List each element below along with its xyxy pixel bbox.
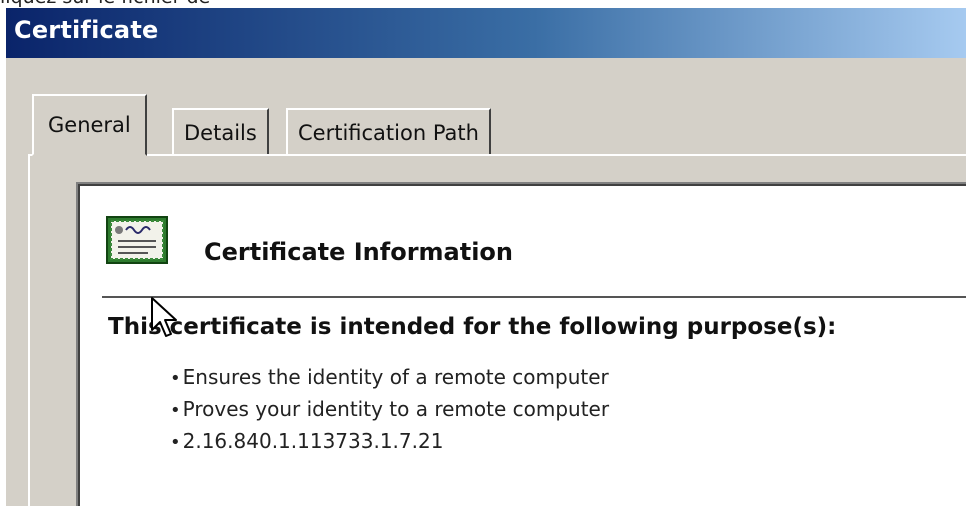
purpose-text: 2.16.840.1.113733.1.7.21 xyxy=(182,429,444,453)
list-item: • Ensures the identity of a remote comput… xyxy=(170,362,609,394)
window-title: Certificate xyxy=(14,16,159,44)
background-page-text: liquez sur le fichier de xyxy=(0,0,210,8)
title-bar[interactable]: Certificate xyxy=(6,8,966,58)
certificate-dialog: Certificate General Details Certificatio… xyxy=(6,8,966,506)
bullet-icon: • xyxy=(170,432,181,453)
purpose-text: Proves your identity to a remote compute… xyxy=(182,397,610,421)
screenshot-page: liquez sur le fichier de Certificate Gen… xyxy=(0,0,966,506)
mouse-pointer-icon xyxy=(151,297,177,337)
purpose-heading: This certificate is intended for the fol… xyxy=(108,314,837,340)
list-item: • 2.16.840.1.113733.1.7.21 xyxy=(170,426,609,458)
section-divider xyxy=(102,296,966,298)
purpose-text: Ensures the identity of a remote compute… xyxy=(182,365,609,389)
tab-general[interactable]: General xyxy=(32,94,147,156)
list-item: • Proves your identity to a remote comput… xyxy=(170,394,609,426)
certificate-icon xyxy=(106,216,168,264)
certificate-information-box: Certificate Information This certificate… xyxy=(76,182,966,506)
tab-certification-path[interactable]: Certification Path xyxy=(286,108,491,156)
tab-details[interactable]: Details xyxy=(172,108,269,156)
certificate-information-heading: Certificate Information xyxy=(204,238,513,266)
bullet-icon: • xyxy=(170,368,181,389)
bullet-icon: • xyxy=(170,400,181,421)
purpose-list: • Ensures the identity of a remote comput… xyxy=(170,362,609,458)
